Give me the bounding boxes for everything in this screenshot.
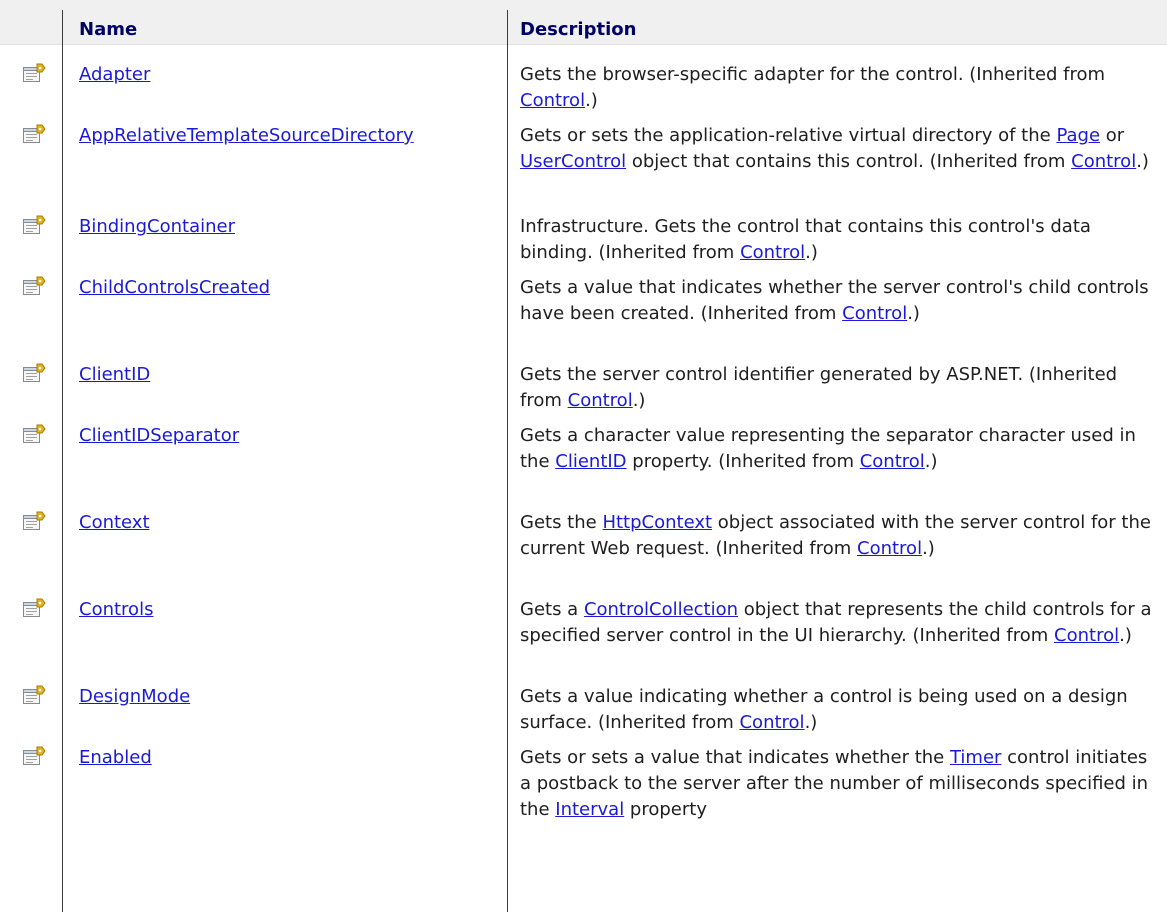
property-icon [22,123,46,145]
property-icon [22,597,46,619]
description-text: Gets or sets a value that indicates whet… [520,747,950,768]
description-link[interactable]: Timer [950,747,1001,768]
description-link[interactable]: Control [520,90,585,111]
description-link[interactable]: ClientID [555,451,626,472]
description-text: Gets a value indicating whether a contro… [520,686,1128,733]
description-text: Gets the browser-specific adapter for th… [520,64,1106,85]
property-description: Gets a ControlCollection object that rep… [520,597,1160,649]
description-link[interactable]: Page [1056,125,1100,146]
property-name-link[interactable]: Adapter [79,62,150,88]
description-text: .) [907,303,920,324]
description-text: Gets or sets the application-relative vi… [520,125,1057,146]
property-description: Gets a character value representing the … [520,423,1160,475]
column-header-name: Name [79,19,138,40]
description-link[interactable]: Control [740,242,805,263]
description-text: .) [805,242,818,263]
description-text: Gets the [520,512,603,533]
property-description: Gets the browser-specific adapter for th… [520,62,1160,114]
description-link[interactable]: HttpContext [602,512,712,533]
property-icon [22,423,46,445]
property-name-link[interactable]: ChildControlsCreated [79,275,270,301]
description-link[interactable]: UserControl [520,151,626,172]
description-text: .) [585,90,598,111]
property-icon [22,510,46,532]
property-name-link[interactable]: ClientIDSeparator [79,423,239,449]
property-name-link[interactable]: Controls [79,597,153,623]
table-header: Name Description [0,0,1167,45]
property-description: Gets the HttpContext object associated w… [520,510,1160,562]
description-text: .) [1136,151,1149,172]
description-link[interactable]: Control [1054,625,1119,646]
description-text: or [1100,125,1125,146]
description-text: object that contains this control. (Inhe… [626,151,1072,172]
property-description: Infrastructure. Gets the control that co… [520,214,1160,266]
description-link[interactable]: Interval [555,799,624,820]
column-divider-left [62,10,63,912]
property-name-link[interactable]: Enabled [79,745,152,771]
description-text: property. (Inherited from [626,451,860,472]
description-text: .) [804,712,818,733]
property-icon [22,684,46,706]
description-text: .) [632,390,646,411]
property-name-link[interactable]: BindingContainer [79,214,235,240]
description-text: Gets a value that indicates whether the … [520,277,1149,324]
property-description: Gets or sets the application-relative vi… [520,123,1160,175]
property-name-link[interactable]: DesignMode [79,684,190,710]
description-text: .) [1119,625,1132,646]
column-divider-right [507,10,508,912]
description-link[interactable]: Control [1071,151,1136,172]
description-text: Gets a [520,599,584,620]
description-link[interactable]: Control [857,538,922,559]
description-link[interactable]: Control [860,451,925,472]
property-description: Gets a value indicating whether a contro… [520,684,1160,736]
description-text: property [624,799,707,820]
property-description: Gets the server control identifier gener… [520,362,1160,414]
property-icon [22,745,46,767]
description-link[interactable]: Control [739,712,804,733]
property-icon [22,275,46,297]
property-icon [22,62,46,84]
description-text: .) [922,538,935,559]
property-name-link[interactable]: AppRelativeTemplateSourceDirectory [79,123,414,149]
description-link[interactable]: ControlCollection [584,599,738,620]
property-description: Gets or sets a value that indicates whet… [520,745,1160,823]
description-text: .) [924,451,938,472]
description-link[interactable]: Control [568,390,633,411]
property-name-link[interactable]: Context [79,510,150,536]
property-icon [22,214,46,236]
description-link[interactable]: Control [842,303,907,324]
column-header-description: Description [520,19,637,40]
property-name-link[interactable]: ClientID [79,362,150,388]
property-description: Gets a value that indicates whether the … [520,275,1160,327]
property-icon [22,362,46,384]
